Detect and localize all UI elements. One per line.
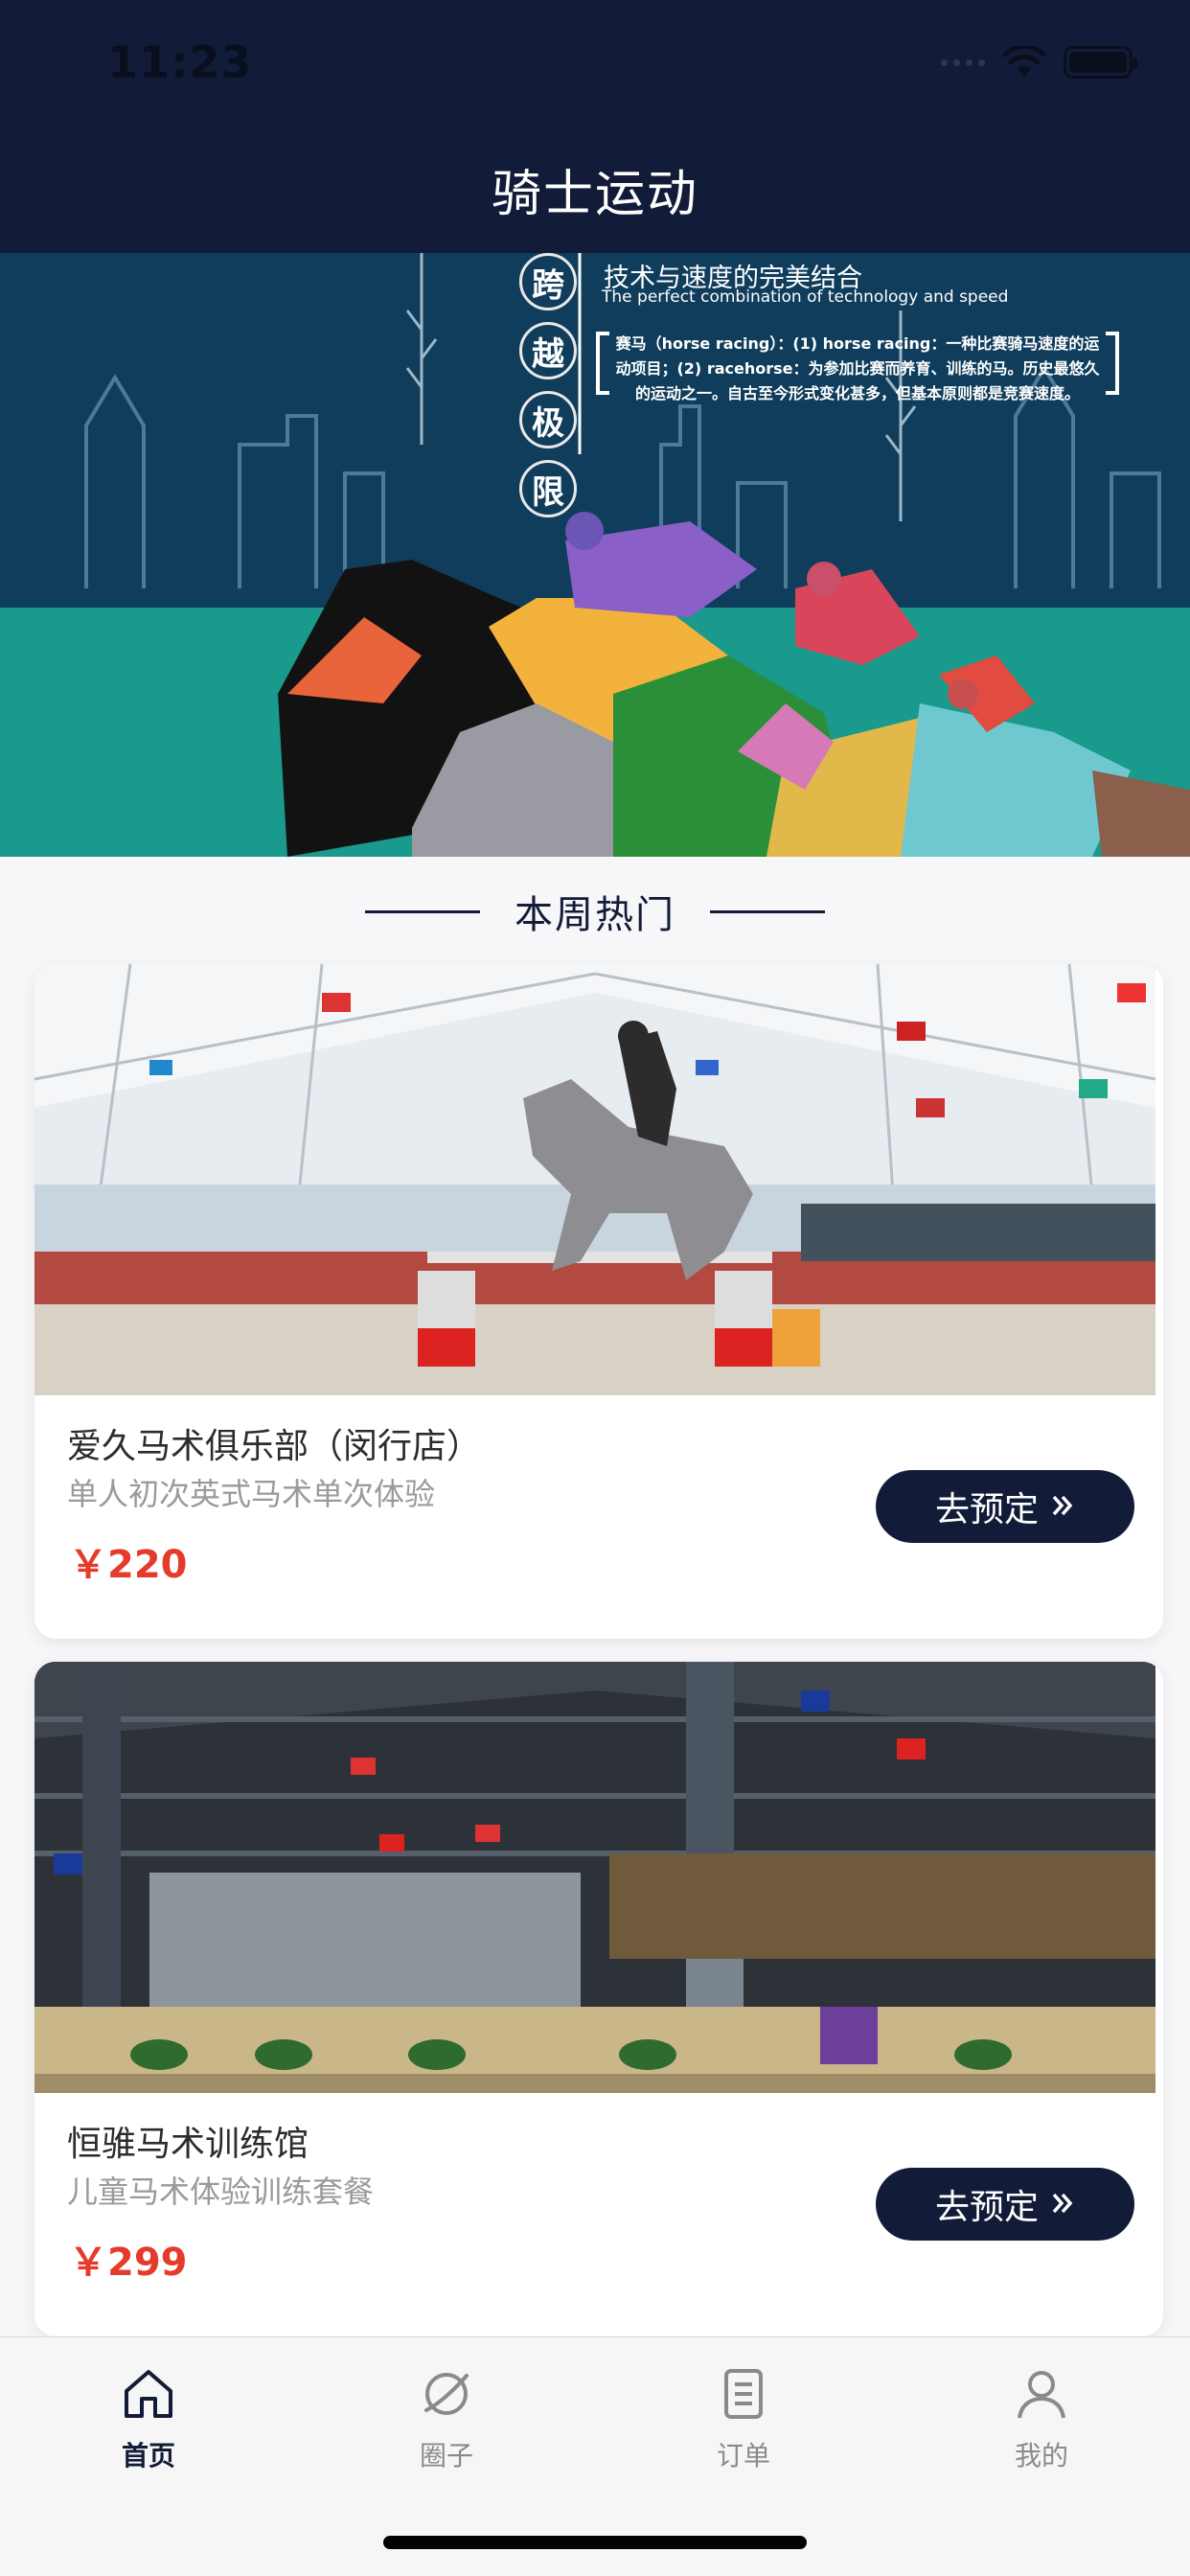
book-button-label: 去预定: [934, 2188, 1039, 2227]
banner-subheading: The perfect combination of technology an…: [602, 288, 1009, 307]
venue-photo: [34, 1662, 1156, 2093]
top-navigation-bar: 11:23 骑士运动: [0, 0, 1190, 253]
order-list-icon: [716, 2366, 771, 2426]
home-indicator[interactable]: [383, 2536, 807, 2549]
user-icon: [1014, 2366, 1069, 2426]
venue-photo: [34, 964, 1156, 1395]
divider-left: [365, 909, 480, 913]
promo-banner[interactable]: 跨 越 极 限 技术与速度的完美结合 The perfect combinati…: [0, 253, 1190, 857]
tab-orders[interactable]: 订单: [648, 2366, 839, 2473]
section-title: 本周热门: [515, 893, 675, 937]
venue-subtitle: 单人初次英式马术单次体验: [67, 1476, 436, 1512]
tab-home[interactable]: 首页: [53, 2366, 244, 2473]
venue-card[interactable]: 爱久马术俱乐部（闵行店） 单人初次英式马术单次体验 ￥220 去预定: [34, 964, 1163, 1639]
tab-circle[interactable]: 圈子: [351, 2366, 542, 2473]
banner-vertical-slogan: 跨 越 极 限: [512, 253, 584, 518]
tab-label: 首页: [121, 2440, 175, 2472]
slogan-char: 极: [519, 391, 577, 448]
double-chevron-right-icon: [1050, 1487, 1075, 1527]
tab-profile[interactable]: 我的: [946, 2366, 1137, 2473]
app-screen: 11:23 骑士运动 跨 越 极 限 技术与速度的完美结合 The perfec…: [0, 0, 1190, 2576]
wifi-icon: [1002, 46, 1046, 79]
tab-label: 我的: [1014, 2440, 1068, 2472]
venue-price: ￥220: [69, 1543, 188, 1587]
banner-description: 赛马（horse racing）：(1) horse racing：一种比赛骑马…: [596, 332, 1119, 406]
slogan-char: 限: [519, 460, 577, 518]
tab-label: 订单: [716, 2440, 770, 2472]
divider-right: [710, 909, 825, 913]
home-icon: [121, 2366, 176, 2426]
signal-icon: [941, 58, 985, 66]
double-chevron-right-icon: [1050, 2185, 1075, 2224]
section-header: 本周热门: [0, 884, 1190, 939]
book-button[interactable]: 去预定: [876, 2168, 1134, 2241]
slogan-char: 跨: [519, 253, 577, 310]
status-time: 11:23: [107, 36, 253, 88]
venue-name: 爱久马术俱乐部（闵行店）: [67, 1427, 482, 1466]
venue-name: 恒骓马术训练馆: [67, 2125, 309, 2164]
book-button-label: 去预定: [934, 1490, 1039, 1530]
venue-subtitle: 儿童马术体验训练套餐: [67, 2174, 375, 2210]
status-indicators: [941, 46, 1137, 79]
tab-label: 圈子: [419, 2440, 473, 2472]
venue-price: ￥299: [69, 2241, 188, 2285]
book-button[interactable]: 去预定: [876, 1470, 1134, 1543]
planet-icon: [419, 2366, 474, 2426]
slogan-char: 越: [519, 322, 577, 380]
page-title: 骑士运动: [491, 166, 698, 223]
venue-card[interactable]: 恒骓马术训练馆 儿童马术体验训练套餐 ￥299 去预定: [34, 1662, 1163, 2336]
battery-icon: [1064, 46, 1137, 79]
